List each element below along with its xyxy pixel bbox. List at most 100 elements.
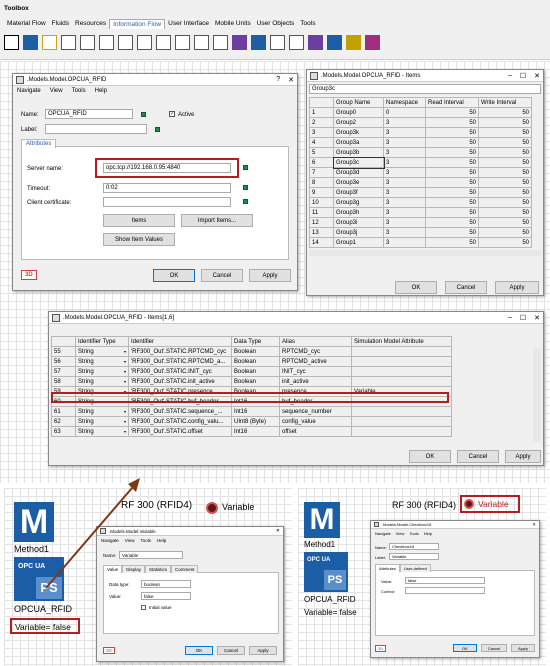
opcua-ps-icon[interactable]: OPC UA PS xyxy=(304,552,348,592)
table-cell[interactable]: Group3a xyxy=(333,137,384,148)
table-cell[interactable]: 50 xyxy=(425,197,479,208)
table-cell[interactable]: 3 xyxy=(383,167,426,178)
table-cell[interactable]: Group3d xyxy=(333,167,384,178)
table-cell[interactable]: 3 xyxy=(383,177,426,188)
active-checkbox[interactable]: ✓ xyxy=(169,111,175,117)
client-cert-field[interactable] xyxy=(103,197,231,207)
table-cell[interactable]: 50 xyxy=(425,137,479,148)
table-cell[interactable]: String ▾ xyxy=(75,376,129,387)
table-cell[interactable]: 3 xyxy=(383,137,426,148)
column-header[interactable]: Simulation Model Attribute xyxy=(351,336,452,347)
trigger-tool-icon[interactable] xyxy=(99,34,114,50)
value-select[interactable]: false xyxy=(141,592,191,600)
minimize-icon[interactable]: – xyxy=(508,314,512,322)
table-cell[interactable]: 'RF300_Out'.STATIC.RPTCMD_a... xyxy=(128,356,232,367)
method-icon[interactable]: M xyxy=(304,502,340,538)
initial-value-checkbox[interactable] xyxy=(141,605,146,610)
interface-tool-icon[interactable] xyxy=(194,34,209,50)
ok-button[interactable]: OK xyxy=(153,269,195,282)
table-cell[interactable]: Group3h xyxy=(333,207,384,218)
inherit-icon[interactable] xyxy=(243,199,248,204)
table-row[interactable]: 10 Group3g 3 50 50 xyxy=(309,197,532,208)
label-field[interactable]: Variable xyxy=(389,553,439,560)
variable-tool-icon[interactable] xyxy=(42,34,57,50)
table-cell[interactable]: 3 xyxy=(383,237,426,248)
xml-tool-icon[interactable] xyxy=(270,34,285,50)
variable-display[interactable]: Variable= false xyxy=(10,618,80,634)
table-cell[interactable] xyxy=(351,406,452,417)
table-row[interactable]: 62 String ▾ 'RF300_Out'.STATIC.config_valu.… xyxy=(51,416,452,427)
table-cell[interactable]: Group3i xyxy=(333,217,384,228)
tab-user-defined[interactable]: User-defined xyxy=(399,564,431,572)
table-cell[interactable]: 3 xyxy=(383,197,426,208)
method-tool-icon[interactable] xyxy=(23,34,38,50)
toolbox-tab[interactable]: User Objects xyxy=(254,19,298,29)
close-icon[interactable]: ✕ xyxy=(534,314,540,322)
table-cell[interactable]: Group3f xyxy=(333,187,384,198)
table-cell[interactable]: Group0 xyxy=(333,107,384,118)
table-cell[interactable]: UInt8 (Byte) xyxy=(231,416,280,427)
table-cell[interactable] xyxy=(351,356,452,367)
dropdown-arrow-icon[interactable]: ▾ xyxy=(124,369,126,374)
table-cell[interactable]: Boolean xyxy=(231,346,280,357)
table-cell[interactable]: 3 xyxy=(383,227,426,238)
name-field[interactable]: Checkbox15 xyxy=(389,543,439,550)
menu-item[interactable]: Tools xyxy=(409,531,418,536)
ps-plus-3-tool-icon[interactable] xyxy=(346,34,361,50)
column-header[interactable]: Identifier Type xyxy=(75,336,129,347)
table-row[interactable]: 7 Group3d 3 50 50 xyxy=(309,167,532,178)
cancel-button[interactable]: Cancel xyxy=(201,269,243,282)
table-cell[interactable]: 50 xyxy=(478,237,532,248)
table-cell[interactable]: Boolean xyxy=(231,366,280,377)
table-cell[interactable]: 3 xyxy=(383,217,426,228)
table-cell[interactable]: 50 xyxy=(425,107,479,118)
table-cell[interactable]: Group1 xyxy=(333,237,384,248)
tab-attributes[interactable]: Attributes xyxy=(21,139,57,148)
table-cell[interactable]: 50 xyxy=(425,127,479,138)
table-cell[interactable]: 50 xyxy=(425,167,479,178)
menu-item[interactable]: Tools xyxy=(72,88,86,94)
table-row[interactable]: 3 Group3k 3 50 50 xyxy=(309,127,532,138)
toolbox-tab[interactable]: Material Flow xyxy=(4,19,49,29)
table-cell[interactable]: Group3b xyxy=(333,147,384,158)
table-cell[interactable]: RPTCMD_cyc xyxy=(279,346,352,357)
column-header[interactable]: Data Type xyxy=(231,336,280,347)
dropdown-arrow-icon[interactable]: ▾ xyxy=(124,379,126,384)
vertical-scrollbar[interactable] xyxy=(533,348,541,442)
table-cell[interactable]: 'RF300_Out'.STATIC.INIT_cyc xyxy=(128,366,232,377)
table-row[interactable]: 14 Group1 3 50 50 xyxy=(309,237,532,248)
close-icon[interactable]: ✕ xyxy=(276,528,280,534)
time-sequence-tool-icon[interactable] xyxy=(137,34,152,50)
value-select[interactable]: false xyxy=(405,577,485,584)
card-file-tool-icon[interactable] xyxy=(80,34,95,50)
table-cell[interactable]: Group3j xyxy=(333,227,384,238)
maximize-icon[interactable]: ☐ xyxy=(520,314,526,322)
variable-display[interactable]: Variable= false xyxy=(304,608,357,617)
generator-tool-icon[interactable] xyxy=(118,34,133,50)
ok-button[interactable]: OK xyxy=(185,646,213,655)
menu-item[interactable]: View xyxy=(396,531,405,536)
toolbox-tab[interactable]: User Interface xyxy=(165,19,212,29)
menu-item[interactable]: Help xyxy=(95,88,107,94)
table-cell[interactable]: Boolean xyxy=(231,356,280,367)
toolbox-tab[interactable]: Fluids xyxy=(49,19,72,29)
table-cell[interactable]: 50 xyxy=(478,117,532,128)
table-cell[interactable]: Group3c xyxy=(332,156,385,169)
3d-badge[interactable]: 3D xyxy=(103,647,115,654)
inherit-icon[interactable] xyxy=(155,127,160,132)
menu-item[interactable]: Help xyxy=(157,538,166,543)
table-cell[interactable]: 3 xyxy=(383,187,426,198)
dropdown-arrow-icon[interactable]: ▾ xyxy=(124,419,126,424)
table-cell[interactable]: String ▾ xyxy=(75,406,129,417)
table-cell[interactable]: 'RF300_Out'.STATIC.sequence_... xyxy=(128,406,232,417)
import-items-button[interactable]: Import Items... xyxy=(181,214,253,227)
ok-button[interactable]: OK xyxy=(395,281,437,294)
table-cell[interactable]: 3 xyxy=(383,147,426,158)
cell-editor[interactable]: Group3c xyxy=(309,84,541,94)
table-row[interactable]: 11 Group3h 3 50 50 xyxy=(309,207,532,218)
table-cell[interactable]: 'RF300_Out'.STATIC.config_valu... xyxy=(128,416,232,427)
column-header[interactable]: Identifier xyxy=(128,336,232,347)
table-row[interactable]: 58 String ▾ 'RF300_Out'.STATIC.init_active B… xyxy=(51,376,452,387)
ps-plus-2-tool-icon[interactable] xyxy=(327,34,342,50)
table-cell[interactable]: 50 xyxy=(478,227,532,238)
